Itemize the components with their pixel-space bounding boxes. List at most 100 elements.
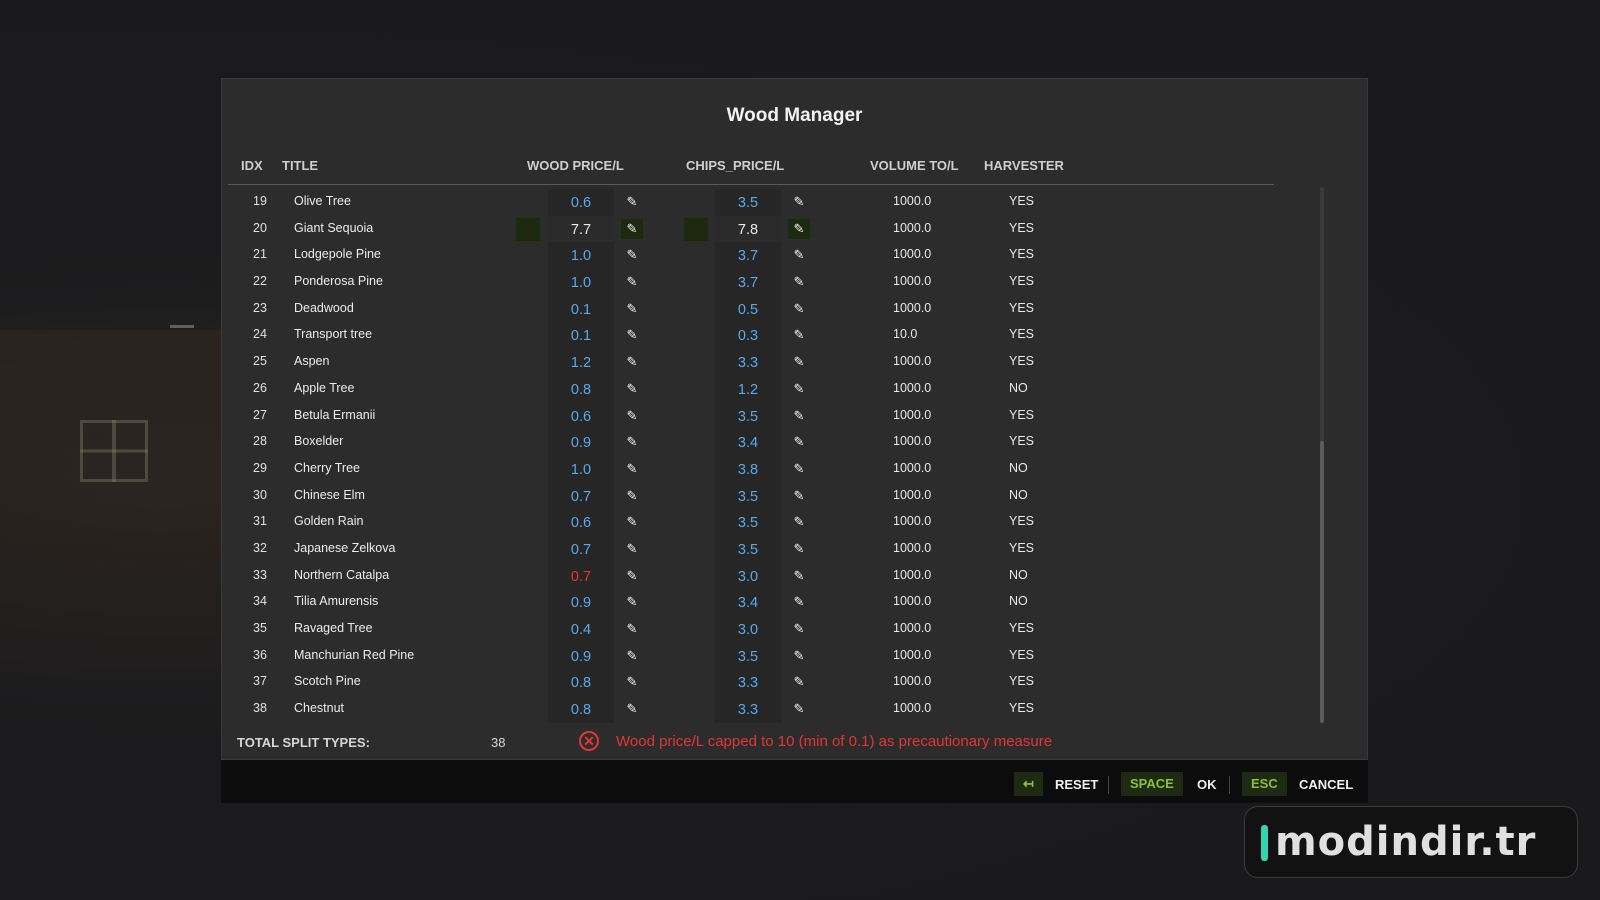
table-row[interactable]: 20 Giant Sequoia 7.7 ✎ 7.8 ✎ 1000.0 YES	[222, 215, 1282, 243]
chips-price-value[interactable]: 3.5	[715, 189, 781, 216]
table-row[interactable]: 29 Cherry Tree 1.0 ✎ 3.8 ✎ 1000.0 NO	[222, 455, 1282, 483]
wood-price-value[interactable]: 0.1	[548, 295, 614, 323]
wood-price-value[interactable]: 0.8	[548, 669, 614, 697]
table-row[interactable]: 38 Chestnut 0.8 ✎ 3.3 ✎ 1000.0 YES	[222, 696, 1282, 723]
pencil-icon[interactable]: ✎	[621, 699, 643, 719]
chips-price-value[interactable]: 3.3	[715, 669, 781, 697]
pencil-icon[interactable]: ✎	[788, 192, 810, 212]
pencil-icon[interactable]: ✎	[621, 299, 643, 319]
pencil-icon[interactable]: ✎	[788, 672, 810, 692]
pencil-icon[interactable]: ✎	[621, 459, 643, 479]
table-row[interactable]: 33 Northern Catalpa 0.7 ✎ 3.0 ✎ 1000.0 NO	[222, 562, 1282, 590]
chips-price-value[interactable]: 3.3	[715, 349, 781, 376]
chips-price-value[interactable]: 3.4	[715, 429, 781, 456]
pencil-icon[interactable]: ✎	[621, 539, 643, 559]
wood-price-value[interactable]: 0.6	[548, 509, 614, 536]
table-row[interactable]: 26 Apple Tree 0.8 ✎ 1.2 ✎ 1000.0 NO	[222, 375, 1282, 403]
table-row[interactable]: 30 Chinese Elm 0.7 ✎ 3.5 ✎ 1000.0 NO	[222, 482, 1282, 510]
pencil-icon[interactable]: ✎	[621, 592, 643, 612]
wood-price-value[interactable]: 1.2	[548, 349, 614, 376]
table-row[interactable]: 31 Golden Rain 0.6 ✎ 3.5 ✎ 1000.0 YES	[222, 509, 1282, 536]
wood-price-value[interactable]: 0.7	[548, 535, 614, 563]
pencil-icon[interactable]: ✎	[621, 325, 643, 345]
pencil-icon[interactable]: ✎	[621, 672, 643, 692]
pencil-icon[interactable]: ✎	[788, 646, 810, 666]
pencil-icon[interactable]: ✎	[788, 592, 810, 612]
table-row[interactable]: 34 Tilia Amurensis 0.9 ✎ 3.4 ✎ 1000.0 NO	[222, 589, 1282, 616]
wood-price-value[interactable]: 0.4	[548, 616, 614, 643]
pencil-icon[interactable]: ✎	[788, 539, 810, 559]
chips-price-value[interactable]: 3.4	[715, 589, 781, 616]
chips-price-value[interactable]: 3.5	[715, 535, 781, 563]
pencil-icon[interactable]: ✎	[621, 379, 643, 399]
pencil-icon[interactable]: ✎	[788, 406, 810, 426]
chips-price-value[interactable]: 3.5	[715, 482, 781, 510]
pencil-icon[interactable]: ✎	[621, 566, 643, 586]
chips-price-value[interactable]: 3.3	[715, 696, 781, 723]
pencil-icon[interactable]: ✎	[621, 352, 643, 372]
cancel-button[interactable]: CANCEL	[1299, 777, 1353, 792]
chips-price-value[interactable]: 3.7	[715, 242, 781, 270]
pencil-icon[interactable]: ✎	[621, 486, 643, 506]
table-row[interactable]: 19 Olive Tree 0.6 ✎ 3.5 ✎ 1000.0 YES	[222, 189, 1282, 216]
pencil-icon[interactable]: ✎	[788, 512, 810, 532]
chips-price-value[interactable]: 3.0	[715, 616, 781, 643]
wood-price-value[interactable]: 7.7	[548, 215, 614, 243]
ok-key-badge[interactable]: SPACE	[1121, 772, 1183, 796]
chips-price-value[interactable]: 0.5	[715, 295, 781, 323]
table-row[interactable]: 28 Boxelder 0.9 ✎ 3.4 ✎ 1000.0 YES	[222, 429, 1282, 456]
wood-price-value[interactable]: 1.0	[548, 269, 614, 296]
pencil-icon[interactable]: ✎	[788, 245, 810, 265]
scrollbar-thumb[interactable]	[1320, 441, 1324, 723]
wood-price-value[interactable]: 0.6	[548, 189, 614, 216]
chips-price-value[interactable]: 3.7	[715, 269, 781, 296]
reset-button[interactable]: RESET	[1055, 777, 1098, 792]
pencil-icon[interactable]: ✎	[621, 192, 643, 212]
pencil-icon[interactable]: ✎	[621, 406, 643, 426]
pencil-icon[interactable]: ✎	[788, 566, 810, 586]
table-row[interactable]: 22 Ponderosa Pine 1.0 ✎ 3.7 ✎ 1000.0 YES	[222, 269, 1282, 296]
wood-price-value[interactable]: 0.1	[548, 322, 614, 350]
pencil-icon[interactable]: ✎	[788, 352, 810, 372]
chips-price-value[interactable]: 3.5	[715, 642, 781, 670]
pencil-icon[interactable]: ✎	[788, 459, 810, 479]
table-row[interactable]: 23 Deadwood 0.1 ✎ 0.5 ✎ 1000.0 YES	[222, 295, 1282, 323]
wood-price-value[interactable]: 0.8	[548, 696, 614, 723]
chips-price-value[interactable]: 3.5	[715, 402, 781, 430]
wood-price-value[interactable]: 1.0	[548, 242, 614, 270]
chips-price-value[interactable]: 1.2	[715, 375, 781, 403]
pencil-icon[interactable]: ✎	[788, 299, 810, 319]
table-row[interactable]: 27 Betula Ermanii 0.6 ✎ 3.5 ✎ 1000.0 YES	[222, 402, 1282, 430]
wood-price-value[interactable]: 0.9	[548, 429, 614, 456]
pencil-icon[interactable]: ✎	[621, 432, 643, 452]
pencil-icon[interactable]: ✎	[788, 432, 810, 452]
ok-button[interactable]: OK	[1197, 777, 1217, 792]
pencil-icon[interactable]: ✎	[788, 486, 810, 506]
chips-price-value[interactable]: 3.0	[715, 562, 781, 590]
pencil-icon[interactable]: ✎	[621, 272, 643, 292]
table-row[interactable]: 21 Lodgepole Pine 1.0 ✎ 3.7 ✎ 1000.0 YES	[222, 242, 1282, 270]
table-row[interactable]: 37 Scotch Pine 0.8 ✎ 3.3 ✎ 1000.0 YES	[222, 669, 1282, 697]
pencil-icon[interactable]: ✎	[788, 272, 810, 292]
pencil-icon[interactable]: ✎	[621, 218, 643, 239]
cancel-key-badge[interactable]: ESC	[1242, 772, 1287, 796]
table-row[interactable]: 36 Manchurian Red Pine 0.9 ✎ 3.5 ✎ 1000.0 YES	[222, 642, 1282, 670]
reset-key-badge[interactable]: ↤	[1014, 772, 1043, 796]
chips-price-value[interactable]: 3.5	[715, 509, 781, 536]
pencil-icon[interactable]: ✎	[621, 646, 643, 666]
pencil-icon[interactable]: ✎	[621, 245, 643, 265]
table-row[interactable]: 24 Transport tree 0.1 ✎ 0.3 ✎ 10.0 YES	[222, 322, 1282, 350]
table-row[interactable]: 32 Japanese Zelkova 0.7 ✎ 3.5 ✎ 1000.0 YES	[222, 535, 1282, 563]
wood-price-value[interactable]: 0.7	[548, 562, 614, 590]
pencil-icon[interactable]: ✎	[788, 218, 810, 239]
pencil-icon[interactable]: ✎	[621, 512, 643, 532]
chips-price-value[interactable]: 3.8	[715, 455, 781, 483]
wood-price-value[interactable]: 1.0	[548, 455, 614, 483]
wood-price-value[interactable]: 0.6	[548, 402, 614, 430]
chips-price-value[interactable]: 7.8	[715, 215, 781, 243]
pencil-icon[interactable]: ✎	[788, 699, 810, 719]
pencil-icon[interactable]: ✎	[788, 379, 810, 399]
pencil-icon[interactable]: ✎	[621, 619, 643, 639]
wood-price-value[interactable]: 0.8	[548, 375, 614, 403]
table-row[interactable]: 25 Aspen 1.2 ✎ 3.3 ✎ 1000.0 YES	[222, 349, 1282, 376]
